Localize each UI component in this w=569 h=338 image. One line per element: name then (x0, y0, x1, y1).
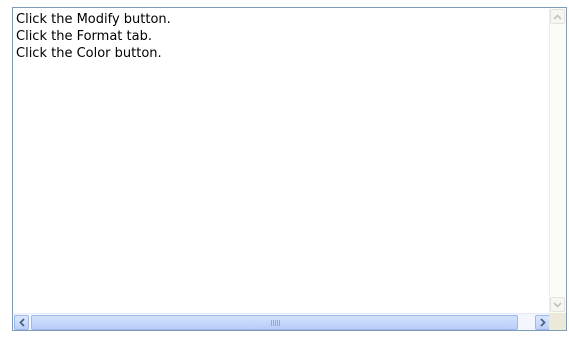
chevron-down-icon (553, 301, 562, 308)
scroll-left-button[interactable] (14, 315, 29, 330)
chevron-left-icon (18, 318, 25, 327)
chevron-up-icon (553, 13, 562, 20)
vertical-scrollbar[interactable] (549, 8, 566, 313)
scroll-down-button[interactable] (550, 297, 565, 312)
chevron-right-icon (539, 318, 546, 327)
instructions-text: Click the Modify button. Click the Format… (16, 11, 171, 62)
horizontal-scroll-thumb[interactable] (31, 315, 518, 330)
scroll-up-button[interactable] (550, 9, 565, 24)
horizontal-scrollbar[interactable] (13, 313, 551, 330)
instruction-line-3: Click the Color button. (16, 46, 162, 61)
scroll-right-button[interactable] (535, 315, 550, 330)
instruction-line-2: Click the Format tab. (16, 29, 152, 44)
instructions-text-area[interactable]: Click the Modify button. Click the Format… (12, 7, 567, 331)
scrollbar-corner (549, 313, 566, 330)
instruction-line-1: Click the Modify button. (16, 12, 171, 27)
grip-icon (270, 320, 280, 326)
